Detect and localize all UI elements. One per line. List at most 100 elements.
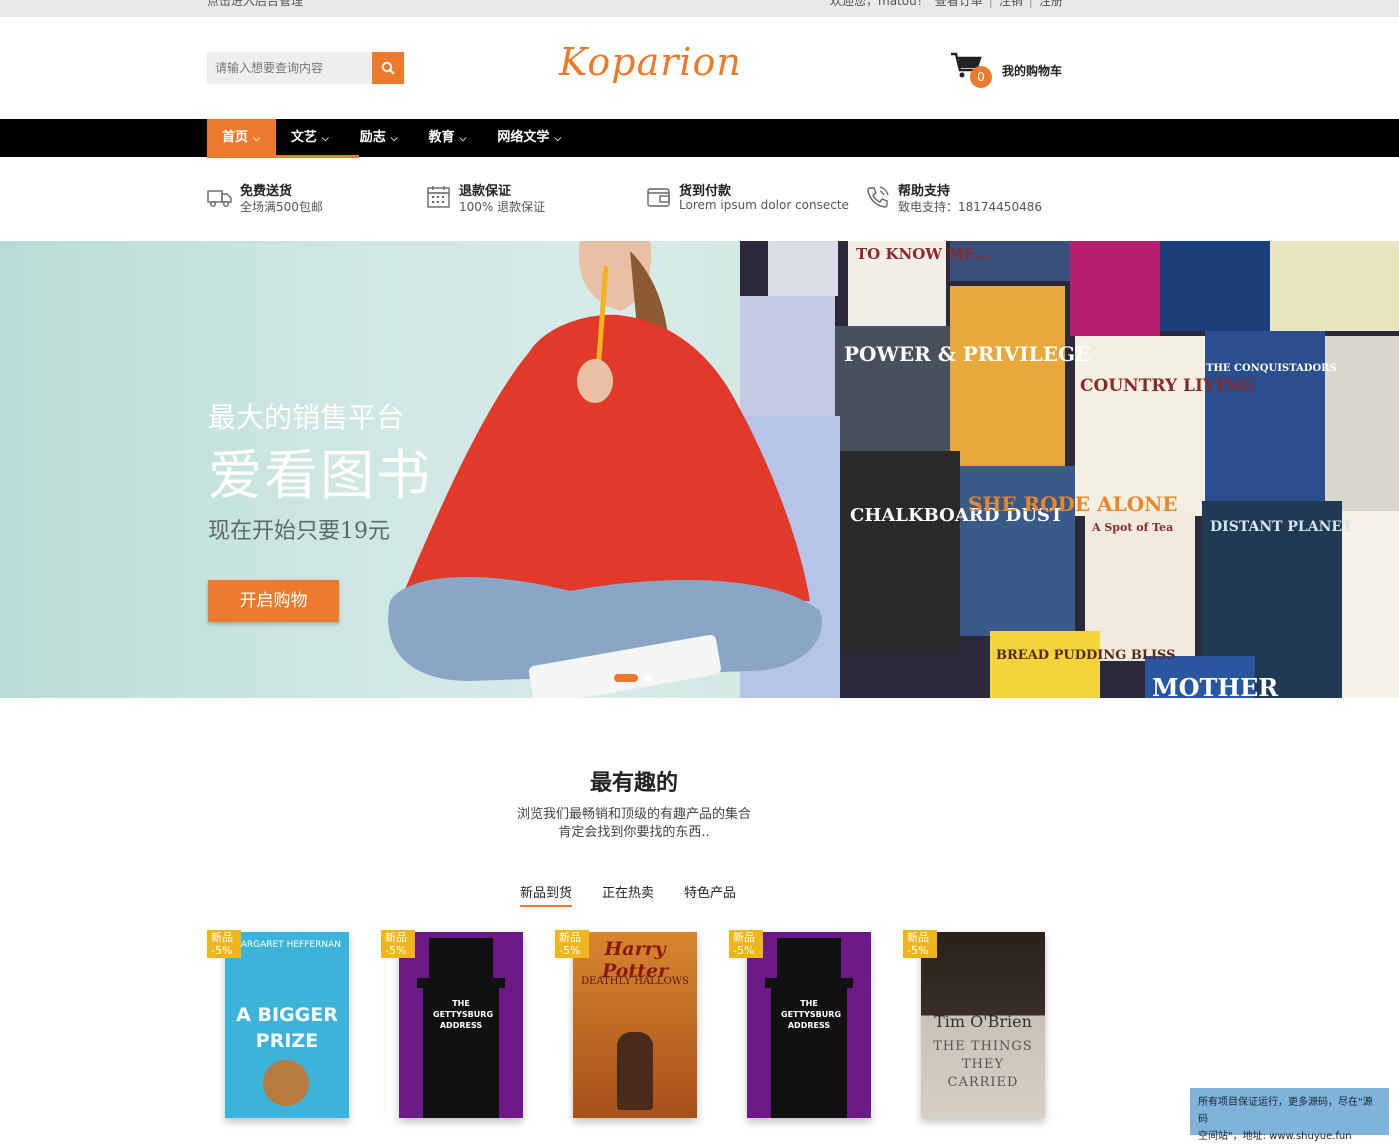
main-nav: 首页 ⌵ 文艺 ⌵ 励志 ⌵ 教育 ⌵ 网络文学 ⌵ <box>0 119 1399 158</box>
register-link[interactable]: 注册 <box>1039 0 1063 8</box>
admin-link[interactable]: 点击进入后台管理 <box>207 0 303 8</box>
book-title: DISTANT PLANET <box>1210 519 1353 535</box>
search-icon <box>381 61 395 75</box>
nav-item-literature[interactable]: 文艺 ⌵ <box>276 119 345 157</box>
book-title: THE GETTYSBURG ADDRESS <box>433 999 494 1030</box>
chevron-down-icon: ⌵ <box>554 134 562 144</box>
orders-link[interactable]: 查看订单 <box>935 0 983 8</box>
badge-label: 新品 <box>733 931 755 944</box>
service-desc: 致电支持：18174450486 <box>898 200 1042 214</box>
nav-item-home[interactable]: 首页 ⌵ <box>207 119 276 157</box>
product-card[interactable]: 新品 -5% Harry Potter DEATHLY HALLOWS <box>555 930 697 1120</box>
service-desc: Lorem ipsum dolor consecte <box>679 198 849 212</box>
service-title: 免费送货 <box>240 184 293 199</box>
nav-label: 网络文学 <box>497 130 550 145</box>
section-subtitle-line: 浏览我们最畅销和顶级的有趣产品的集合 <box>516 807 751 822</box>
carousel-dot-2[interactable] <box>644 674 652 682</box>
nav-label: 文艺 <box>290 130 317 145</box>
book-title: BREAD PUDDING BLISS <box>996 648 1176 663</box>
search-input[interactable] <box>207 52 372 84</box>
badge-label: 新品 <box>559 931 581 944</box>
book-title: SHE RODE ALONE <box>968 492 1178 516</box>
product-card[interactable]: 新品 -5% THE GETTYSBURG ADDRESS <box>729 930 871 1120</box>
search-bar <box>207 52 404 84</box>
section-subtitle-line: 肯定会找到你要找的东西.. <box>558 825 710 840</box>
book-title: THE CONQUISTADORS <box>1206 363 1337 374</box>
service-title: 帮助支持 <box>898 184 951 199</box>
service-title: 退款保证 <box>459 184 512 199</box>
truck-icon <box>207 190 232 208</box>
book-title: A BIGGER PRIZE <box>236 1004 338 1052</box>
logout-link[interactable]: 注销 <box>999 0 1023 8</box>
cookie-image <box>263 1060 309 1106</box>
chevron-down-icon: ⌵ <box>390 134 398 144</box>
silhouette-hat-image <box>777 938 841 982</box>
section-subtitle: 浏览我们最畅销和顶级的有趣产品的集合 肯定会找到你要找的东西.. <box>0 806 1268 842</box>
separator: | <box>988 0 993 8</box>
discount-label: -5% <box>733 944 755 957</box>
carousel-dots <box>614 674 652 682</box>
book-cover[interactable]: MARGARET HEFFERNAN A BIGGER PRIZE <box>225 932 349 1118</box>
book-cover[interactable]: Harry Potter DEATHLY HALLOWS <box>573 932 697 1118</box>
chevron-down-icon: ⌵ <box>253 134 260 144</box>
book-title: THE THINGS THEY CARRIED <box>933 1039 1033 1090</box>
tab-on-sale[interactable]: 正在热卖 <box>602 882 654 907</box>
silhouette-brim-image <box>765 978 853 988</box>
nav-item-inspiration[interactable]: 励志 ⌵ <box>345 119 414 157</box>
user-links: 欢迎您，matou！ 查看订单 | 注销 | 注册 <box>830 0 1063 8</box>
book-title: MOTHER <box>1152 673 1279 698</box>
welcome-text: 欢迎您，matou！ <box>830 0 929 8</box>
discount-label: -5% <box>385 944 407 957</box>
cart[interactable]: 0 我的购物车 <box>950 50 1080 90</box>
start-shopping-button[interactable]: 开启购物 <box>208 580 339 622</box>
site-logo[interactable]: Koparion <box>559 40 742 84</box>
book-cover[interactable]: Tim O'Brien THE THINGS THEY CARRIED <box>921 932 1045 1118</box>
nav-active-underline <box>207 155 359 158</box>
separator: | <box>1028 0 1033 8</box>
new-badge: 新品 -5% <box>381 930 415 958</box>
watermark-line: 空间站"，地址: www.shuyue.fun <box>1198 1131 1352 1142</box>
chevron-down-icon: ⌵ <box>459 134 467 144</box>
book-title: POWER & PRIVILEGE <box>844 342 1090 366</box>
nav-item-web-fiction[interactable]: 网络文学 ⌵ <box>482 119 577 157</box>
product-tabs: 新品到货 正在热卖 特色产品 <box>520 882 736 907</box>
tab-new-arrivals[interactable]: 新品到货 <box>520 882 573 907</box>
new-badge: 新品 -5% <box>207 930 241 958</box>
search-button[interactable] <box>372 52 404 84</box>
silhouette-brim-image <box>417 978 505 988</box>
chevron-down-icon: ⌵ <box>321 134 329 144</box>
silhouette-hat-image <box>429 938 493 982</box>
product-card[interactable]: 新品 -5% MARGARET HEFFERNAN A BIGGER PRIZE <box>207 930 349 1120</box>
service-title: 货到付款 <box>679 184 732 199</box>
character-figure-image <box>617 1032 653 1110</box>
badge-label: 新品 <box>211 931 233 944</box>
nav-item-education[interactable]: 教育 ⌵ <box>414 119 483 157</box>
new-badge: 新品 -5% <box>729 930 763 958</box>
new-badge: 新品 -5% <box>903 930 937 958</box>
new-badge: 新品 -5% <box>555 930 589 958</box>
product-card[interactable]: 新品 -5% THE GETTYSBURG ADDRESS <box>381 930 523 1120</box>
service-features: 免费送货 全场满500包邮 退款保证 100% 退款保证 货到付款 Lorem … <box>207 180 1067 220</box>
discount-label: -5% <box>559 944 581 957</box>
tab-featured[interactable]: 特色产品 <box>684 882 736 907</box>
book-subtitle: DEATHLY HALLOWS <box>581 976 689 987</box>
product-card[interactable]: 新品 -5% Tim O'Brien THE THINGS THEY CARRIE… <box>903 930 1045 1120</box>
book-title: COUNTRY LIVING <box>1080 376 1254 396</box>
watermark-notice: 所有项目保证运行，更多源码，尽在"源码 空间站"，地址: www.shuyue.… <box>1190 1088 1389 1142</box>
cart-label[interactable]: 我的购物车 <box>1002 62 1062 79</box>
hero-subline: 现在开始只要19元 <box>208 519 390 544</box>
book-cover[interactable]: THE GETTYSBURG ADDRESS <box>747 932 871 1118</box>
book-author: Tim O'Brien <box>934 1012 1032 1031</box>
wallet-icon <box>647 188 670 207</box>
book-cover[interactable]: THE GETTYSBURG ADDRESS <box>399 932 523 1118</box>
service-desc: 全场满500包邮 <box>240 200 323 214</box>
carousel-dot-1[interactable] <box>614 674 638 682</box>
discount-label: -5% <box>211 944 233 957</box>
hero-banner: TO KNOW ME… POWER & PRIVILEGE COUNTRY LI… <box>0 241 1399 698</box>
book-author: MARGARET HEFFERNAN <box>233 940 341 950</box>
hero-headline-large: 爱看图书 <box>208 444 432 507</box>
discount-label: -5% <box>907 944 929 957</box>
calendar-icon <box>427 186 450 208</box>
top-bar: 点击进入后台管理 欢迎您，matou！ 查看订单 | 注销 | 注册 <box>0 0 1399 17</box>
book-title: THE GETTYSBURG ADDRESS <box>781 999 842 1030</box>
